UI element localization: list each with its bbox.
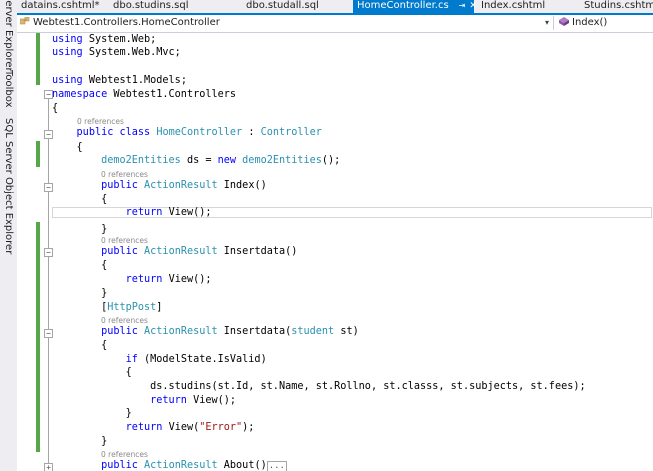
pin-icon[interactable]: ⇥ xyxy=(459,1,466,10)
code-lens-references[interactable]: 0 references xyxy=(77,117,124,126)
code-line: return View(); xyxy=(125,274,212,285)
change-bar xyxy=(36,33,40,85)
class-icon xyxy=(20,17,30,25)
code-editor[interactable]: − − − − − + using System.Web; using Syst… xyxy=(17,33,653,471)
toolbox-tab[interactable]: Toolbox xyxy=(2,70,15,108)
type-dropdown[interactable]: Webtest1.Controllers.HomeController ▾ xyxy=(17,16,554,30)
tab-datains-cshtml[interactable]: datains.cshtml* xyxy=(17,0,104,13)
tab-dbo-studall-sql[interactable]: dbo.studall.sql xyxy=(242,0,323,13)
code-line: [HttpPost] xyxy=(101,302,163,313)
type-dropdown-value: Webtest1.Controllers.HomeController xyxy=(33,17,220,28)
code-line: { xyxy=(101,194,108,205)
tab-index-cshtml[interactable]: Index.cshtml xyxy=(477,0,549,13)
tab-label: HomeController.cs xyxy=(357,0,449,11)
code-line: using System.Web.Mvc; xyxy=(52,47,181,58)
code-lens-references[interactable]: 0 references xyxy=(101,316,148,325)
tab-label: datains.cshtml* xyxy=(21,0,100,11)
code-line: using Webtest1.Models; xyxy=(52,75,187,86)
code-line: } xyxy=(101,436,108,447)
code-line: return View("Error"); xyxy=(125,422,255,433)
code-lens-references[interactable]: 0 references xyxy=(101,450,148,459)
code-line: public ActionResult Insertdata() xyxy=(101,246,298,257)
code-line: } xyxy=(125,408,132,419)
code-lens-references[interactable]: 0 references xyxy=(101,236,148,245)
member-dropdown[interactable]: Index() xyxy=(556,16,653,30)
code-line: demo2Entities ds = new demo2Entities(); xyxy=(101,155,341,166)
tab-homecontroller-cs[interactable]: HomeController.cs ⇥ ✕ xyxy=(353,0,477,13)
code-line: public ActionResult Index() xyxy=(101,180,267,191)
change-bar xyxy=(36,141,40,167)
code-line: public ActionResult About()... xyxy=(101,460,287,471)
code-line: public class HomeController : Controller xyxy=(76,127,322,138)
code-line: { xyxy=(52,103,59,114)
member-dropdown-value: Index() xyxy=(572,17,608,28)
server-explorer-tab[interactable]: Server Explorer xyxy=(2,0,15,72)
code-line: ds.studins(st.Id, st.Name, st.Rollno, st… xyxy=(150,381,586,392)
code-line: return View(); xyxy=(150,395,237,406)
chevron-down-icon[interactable]: ▾ xyxy=(545,16,549,30)
sql-server-object-explorer-tab[interactable]: SQL Server Object Explorer xyxy=(2,118,15,254)
tab-label: Studins.cshtml xyxy=(584,0,653,11)
document-tab-strip: datains.cshtml* dbo.studins.sql dbo.stud… xyxy=(17,0,653,13)
tab-label: dbo.studall.sql xyxy=(246,0,319,11)
tab-label: Index.cshtml xyxy=(481,0,546,11)
tab-studins-cshtml[interactable]: Studins.cshtml xyxy=(580,0,653,13)
left-dock-rail: Server Explorer Toolbox SQL Server Objec… xyxy=(0,0,18,471)
code-line: { xyxy=(101,340,108,351)
collapsed-region-button[interactable]: ... xyxy=(266,461,287,471)
tab-label: dbo.studins.sql xyxy=(113,0,189,11)
code-line: if (ModelState.IsValid) xyxy=(125,354,267,365)
change-bar xyxy=(36,222,40,452)
code-line: namespace Webtest1.Controllers xyxy=(52,89,237,100)
tab-dbo-studins-sql[interactable]: dbo.studins.sql xyxy=(109,0,192,13)
navigation-bar: Webtest1.Controllers.HomeController ▾ In… xyxy=(17,15,653,33)
code-line: } xyxy=(101,224,108,235)
close-icon[interactable]: ✕ xyxy=(469,1,477,11)
method-icon xyxy=(559,17,569,26)
code-line: { xyxy=(76,142,83,153)
code-line: { xyxy=(125,367,132,378)
code-line: public ActionResult Insertdata(student s… xyxy=(101,326,359,337)
code-line: } xyxy=(101,288,108,299)
code-lens-references[interactable]: 0 references xyxy=(101,170,148,179)
code-line: { xyxy=(101,260,108,271)
code-line: return View(); xyxy=(125,207,212,218)
code-line: using System.Web; xyxy=(52,34,157,45)
